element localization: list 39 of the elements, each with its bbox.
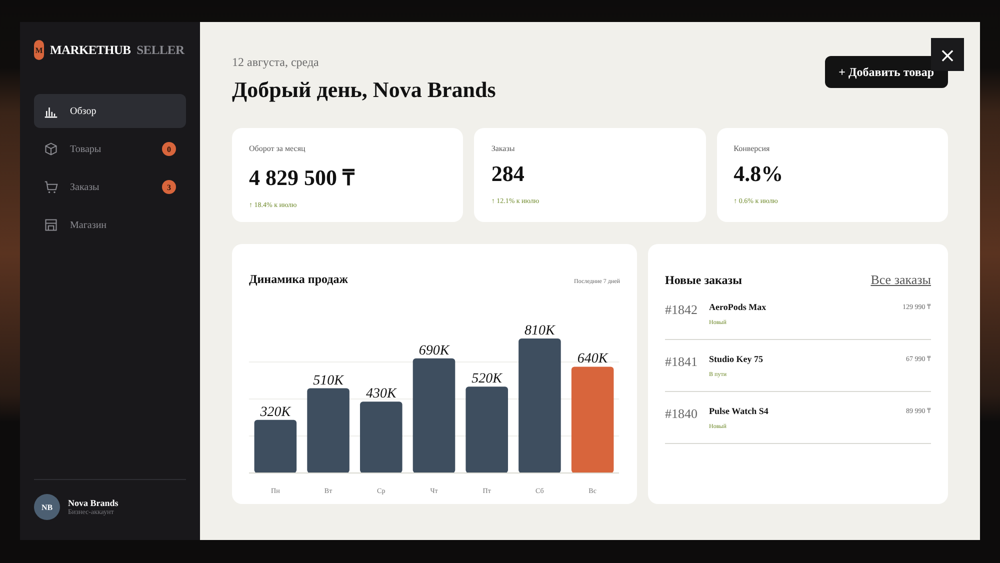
user-name: Nova Brands	[68, 498, 118, 508]
all-orders-link[interactable]: Все заказы	[870, 272, 931, 288]
nav-item[interactable]: Товары 0	[34, 132, 186, 166]
stat-label: Заказы	[491, 144, 516, 153]
order-number: #1840	[665, 406, 698, 422]
close-button[interactable]: ×	[931, 38, 964, 71]
product-name: AeroPods Max	[709, 302, 768, 312]
value-label: 320K	[260, 404, 291, 420]
value-label: 810K	[524, 323, 555, 338]
nav-item[interactable]: Обзор	[34, 94, 186, 128]
box-icon	[44, 142, 58, 156]
brand-suffix: SELLER	[136, 42, 184, 58]
count-badge: 3	[162, 180, 176, 194]
value-label: 430K	[366, 386, 396, 402]
count-badge: 0	[162, 142, 176, 156]
stat-label: Оборот за месяц	[249, 144, 306, 153]
stat-value: 4 829 500 ₸	[249, 164, 356, 191]
brand-name: MARKETHUB	[50, 42, 131, 58]
stat-value: 4.8%	[734, 161, 784, 187]
logo-icon: M	[34, 40, 44, 60]
stat-label: Конверсия	[734, 144, 771, 153]
product-name: Studio Key 75	[709, 354, 764, 364]
greeting-title: Добрый день, Nova Brands	[232, 77, 496, 103]
product-name: Pulse Watch S4	[709, 406, 770, 416]
card-title: Динамика продаж	[249, 272, 348, 287]
nav-item[interactable]: Заказы 3	[34, 170, 186, 204]
avatar: NB	[34, 494, 60, 520]
value-label: 640K	[577, 352, 608, 367]
value-label: 690K	[418, 343, 450, 358]
store-icon	[44, 218, 58, 232]
date-text: 12 августа, среда	[232, 55, 320, 70]
value-label: 520K	[472, 372, 502, 387]
order-number: #1841	[665, 354, 698, 370]
stat-value: 284	[491, 161, 526, 187]
value-label: 510K	[313, 373, 344, 388]
card-title: Новые заказы	[665, 273, 742, 288]
order-number: #1842	[665, 302, 698, 318]
cart-icon	[44, 180, 58, 194]
nav-item[interactable]: Магазин	[34, 208, 186, 242]
